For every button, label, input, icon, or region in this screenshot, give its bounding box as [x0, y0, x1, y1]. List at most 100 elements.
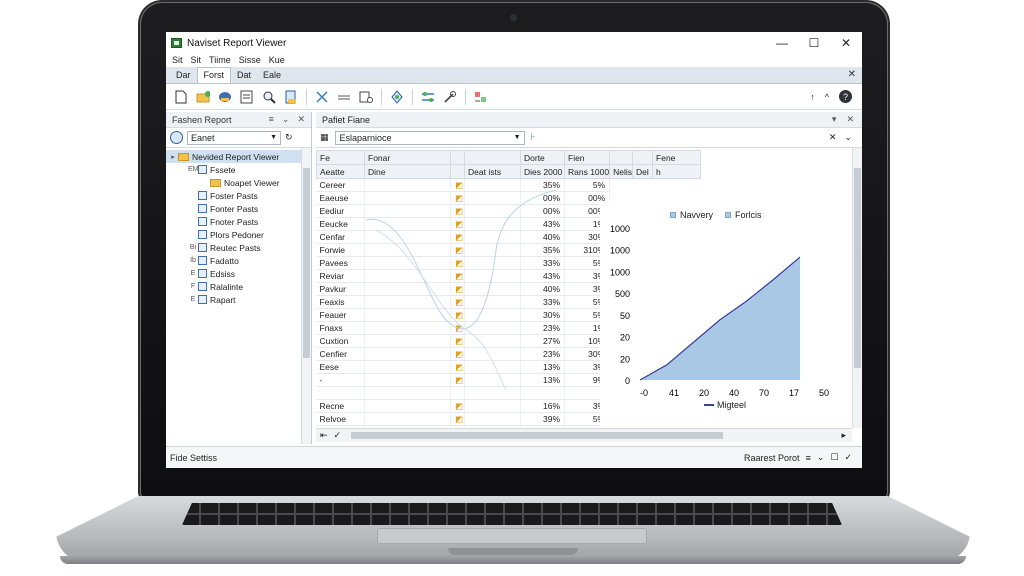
maximize-button[interactable]: ☐: [798, 36, 830, 50]
menu-icon[interactable]: ≡: [269, 114, 274, 125]
tree-twisty[interactable]: Bi: [188, 244, 198, 251]
ribbon-tab[interactable]: Dar: [170, 68, 197, 83]
ribbon-tab[interactable]: Dat: [231, 68, 257, 83]
filter-select[interactable]: Eslaparnioce ▼: [334, 130, 525, 145]
grid-cell: [464, 373, 521, 387]
column-header[interactable]: Fien: [563, 150, 611, 165]
tree-item[interactable]: Fnoter Pasts: [166, 215, 311, 228]
tree-scrollbar[interactable]: [301, 148, 311, 444]
webcam: [510, 14, 517, 21]
chevron-down-icon[interactable]: ⌄: [844, 132, 852, 143]
menu-item[interactable]: Sit: [172, 55, 183, 65]
menu-item[interactable]: Kue: [269, 55, 285, 65]
ribbon-tab-active[interactable]: Forst: [196, 67, 232, 83]
tree-twisty[interactable]: ▸: [168, 153, 178, 161]
grid-cell: [464, 282, 521, 296]
properties-icon[interactable]: [359, 90, 373, 104]
grid-cell: [364, 217, 451, 231]
area-series: [640, 257, 800, 380]
check-icon[interactable]: ✓: [334, 430, 342, 441]
close-icon[interactable]: ✕: [297, 114, 305, 125]
tools-icon[interactable]: [443, 90, 457, 104]
window-icon[interactable]: ☐: [830, 452, 838, 463]
tree-item[interactable]: Foster Pasts: [166, 189, 311, 202]
minimize-button[interactable]: —: [766, 36, 798, 50]
navigate-icon[interactable]: [390, 89, 404, 104]
edit-icon[interactable]: [240, 90, 254, 104]
grid-cell: 23%: [520, 321, 565, 335]
scrollbar-thumb[interactable]: [303, 168, 310, 358]
flag-icon: ◩: [450, 269, 465, 283]
grid-cell: Cenfier: [316, 347, 365, 361]
column-header[interactable]: [609, 150, 634, 165]
scrollbar-thumb[interactable]: [351, 432, 724, 439]
table-row[interactable]: Cereer ◩ 35% 5%: [316, 178, 701, 192]
open-folder-icon[interactable]: [196, 90, 210, 104]
tree-item[interactable]: E Edsiss: [166, 267, 311, 280]
minus-icon[interactable]: [337, 90, 351, 104]
tree-twisty[interactable]: E: [188, 296, 198, 303]
tree-twisty[interactable]: F: [188, 283, 198, 290]
report-icon: [198, 191, 207, 200]
tree-item[interactable]: Bi Reutec Pasts: [166, 241, 311, 254]
chevron-down-icon[interactable]: ⌄: [282, 114, 290, 125]
tree-item[interactable]: Plors Pedoner: [166, 228, 311, 241]
column-header[interactable]: Dorte: [520, 150, 565, 165]
scrollbar-thumb[interactable]: [854, 168, 861, 368]
tree-item[interactable]: E Rapart: [166, 293, 311, 306]
pin-icon[interactable]: ⊦: [531, 132, 536, 143]
menu-item[interactable]: Sit: [191, 55, 202, 65]
app-icon: [171, 38, 182, 48]
grid-vertical-scrollbar[interactable]: [852, 148, 862, 428]
column-header[interactable]: [450, 150, 465, 165]
filter-icon[interactable]: [474, 90, 488, 104]
globe-icon[interactable]: [170, 131, 183, 144]
scroll-right-icon[interactable]: ▸: [841, 430, 846, 441]
list-icon[interactable]: ≡: [806, 453, 811, 463]
tree-item[interactable]: F Ralalinte: [166, 280, 311, 293]
clear-icon[interactable]: ✕: [829, 132, 837, 143]
ribbon-close-icon[interactable]: ✕: [848, 69, 856, 80]
grid-cell: [364, 360, 451, 374]
arrow-up-icon[interactable]: ↑: [810, 92, 815, 102]
y-tick-label: 20: [620, 333, 630, 343]
column-header[interactable]: Fene: [652, 150, 702, 165]
report-select[interactable]: Eanet ▼: [187, 130, 281, 145]
check-icon[interactable]: ✓: [844, 452, 852, 463]
tree-twisty[interactable]: Ib: [188, 257, 198, 264]
menu-item[interactable]: Tiime: [209, 55, 231, 65]
tree-twisty[interactable]: EM: [188, 166, 199, 173]
close-icon[interactable]: ✕: [846, 114, 854, 125]
transform-icon[interactable]: [421, 90, 435, 104]
subheader-cell: Del: [632, 164, 654, 179]
column-header[interactable]: Fe: [316, 150, 365, 165]
export-icon[interactable]: [284, 90, 298, 104]
tree-item[interactable]: ▸Nevided Report Viewer▾: [166, 150, 311, 163]
grid-horizontal-scrollbar[interactable]: ⇤ ✓ ▸: [316, 428, 852, 442]
menu-item[interactable]: Sisse: [239, 55, 261, 65]
scissors-icon[interactable]: [315, 90, 329, 104]
filter-icon[interactable]: ▦: [320, 132, 329, 143]
save-icon[interactable]: [218, 90, 232, 104]
first-page-icon[interactable]: ⇤: [320, 430, 328, 441]
tree-item[interactable]: Fonter Pasts: [166, 202, 311, 215]
column-header[interactable]: Fonar: [364, 150, 451, 165]
toolbar-separator: [306, 88, 307, 105]
grid-cell: 35%: [520, 178, 565, 192]
tree-item[interactable]: EM Fssete: [166, 163, 311, 176]
column-header[interactable]: [632, 150, 654, 165]
grid-cell: [464, 230, 521, 244]
search-icon[interactable]: [262, 90, 276, 104]
ribbon-tab[interactable]: Eale: [257, 68, 287, 83]
chevron-down-icon[interactable]: ⌄: [817, 452, 825, 463]
tree-item[interactable]: Noapet Viewer: [166, 176, 311, 189]
new-document-icon[interactable]: [174, 90, 188, 104]
tree-item[interactable]: Ib Fadatto: [166, 254, 311, 267]
refresh-icon[interactable]: ↻: [285, 132, 293, 143]
column-header[interactable]: [464, 150, 521, 165]
collapse-ribbon-icon[interactable]: ^: [825, 92, 829, 102]
help-icon[interactable]: ?: [839, 90, 852, 103]
tree-twisty[interactable]: E: [188, 270, 198, 277]
close-button[interactable]: ✕: [830, 36, 862, 50]
dropdown-icon[interactable]: ▾: [832, 114, 837, 125]
